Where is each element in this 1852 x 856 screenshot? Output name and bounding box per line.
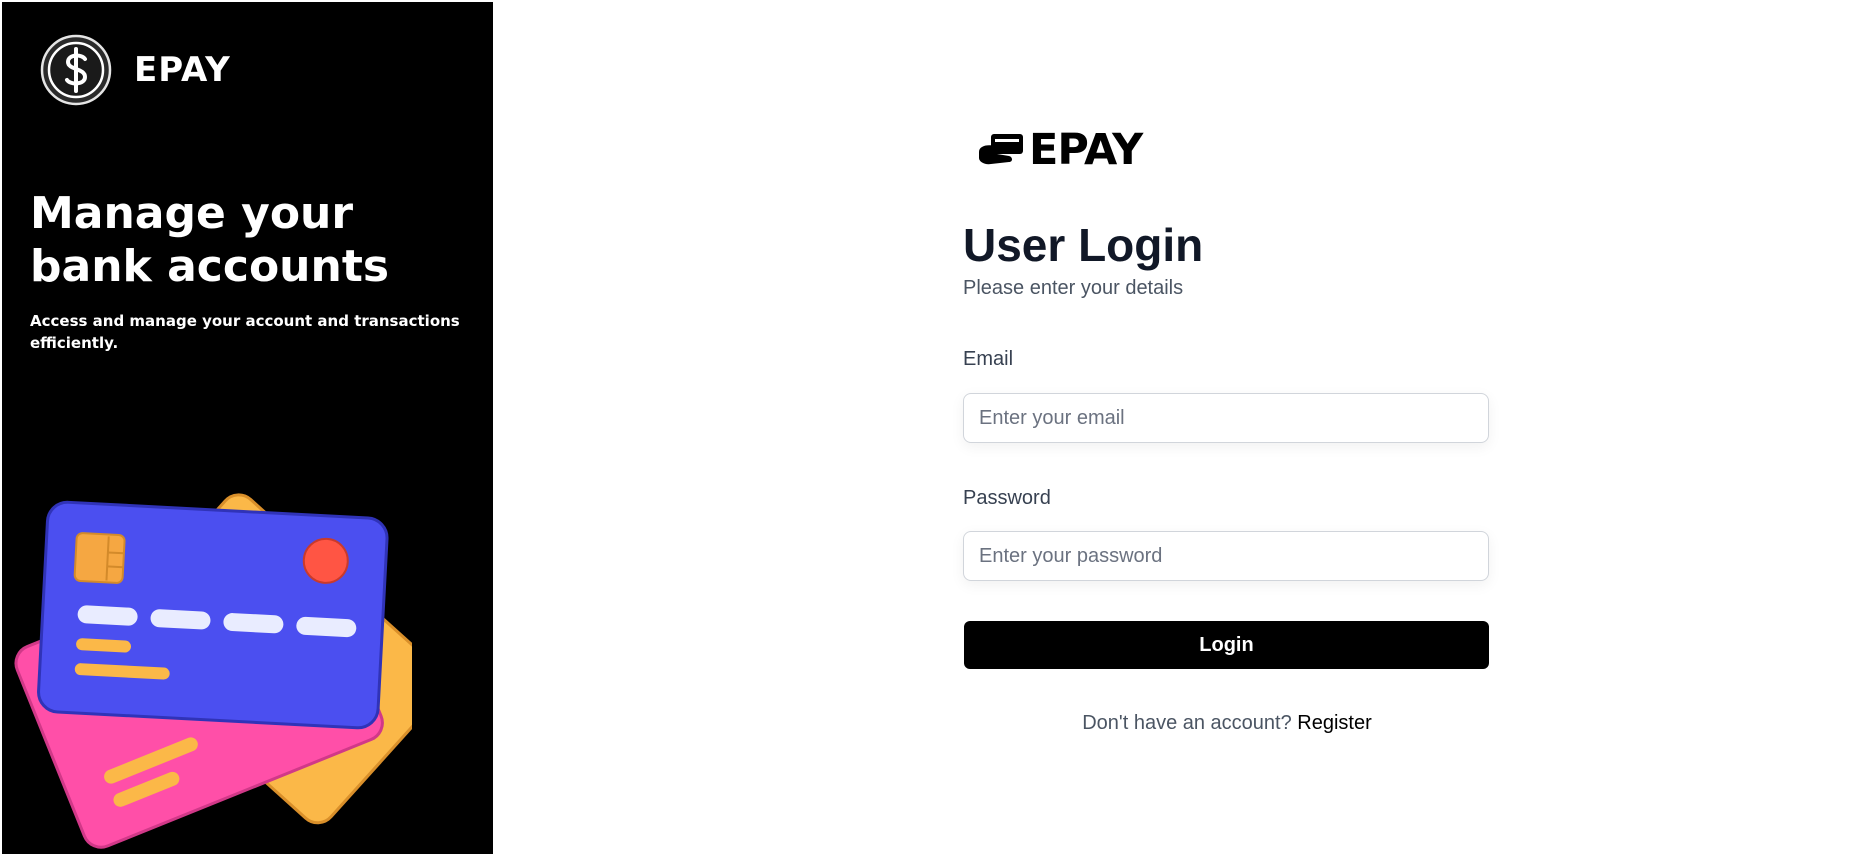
password-field[interactable] <box>963 531 1489 581</box>
brand: EPAY <box>40 34 231 106</box>
form-logo: EPAY <box>977 125 1143 175</box>
register-prompt: Don't have an account? <box>1082 712 1292 734</box>
hero-subtitle: Access and manage your account and trans… <box>30 312 460 352</box>
hand-card-icon <box>979 134 1023 165</box>
password-label: Password <box>963 487 1051 509</box>
form-logo-text: EPAY <box>1029 125 1143 175</box>
brand-name: EPAY <box>134 50 231 90</box>
login-button[interactable]: Login <box>964 621 1489 669</box>
email-field[interactable] <box>963 393 1489 443</box>
register-row: Don't have an account? Register <box>963 712 1491 735</box>
credit-cards-illustration <box>14 493 412 849</box>
promo-panel: EPAY Manage your bank accounts Access an… <box>2 2 493 854</box>
email-label: Email <box>963 348 1014 370</box>
register-link[interactable]: Register <box>1297 712 1371 734</box>
page-title: User Login <box>963 219 1204 271</box>
login-page: EPAY Manage your bank accounts Access an… <box>0 0 1852 856</box>
hero-title: Manage your bank accounts <box>30 188 390 292</box>
page-subtitle: Please enter your details <box>963 277 1184 299</box>
dollar-coin-icon <box>40 34 112 106</box>
